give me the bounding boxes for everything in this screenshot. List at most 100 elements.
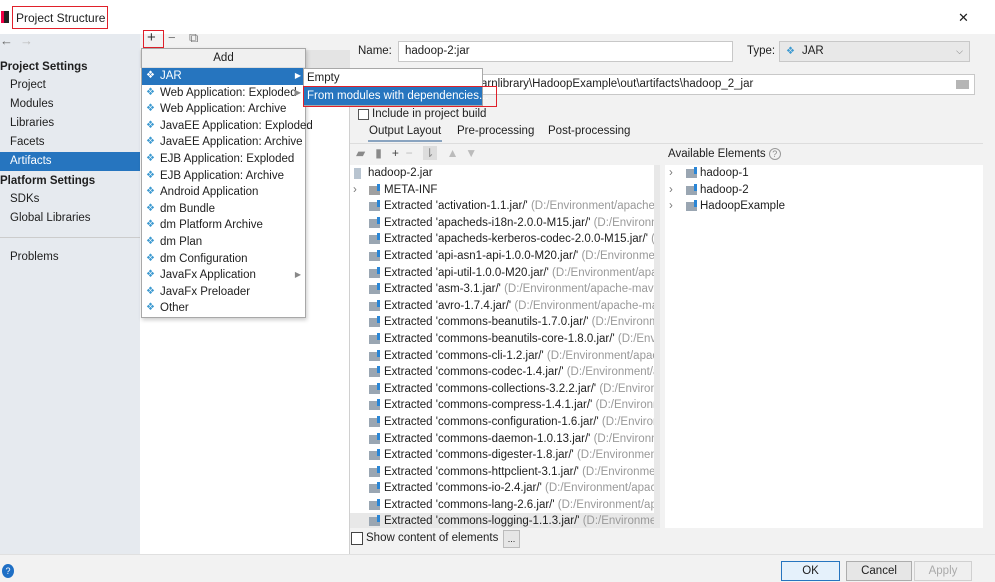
add-menu-item[interactable]: ❖ JavaFx Preloader	[142, 284, 305, 301]
add-menu-item[interactable]: ❖ Other	[142, 300, 305, 317]
add-menu-item[interactable]: ❖ dm Plan	[142, 234, 305, 251]
extracted-icon	[369, 200, 380, 212]
add-menu-item[interactable]: ❖ dm Platform Archive	[142, 217, 305, 234]
include-build-label: Include in project build	[372, 108, 487, 120]
sidebar-item-libraries[interactable]: Libraries	[0, 114, 140, 133]
add-menu-item-label: Web Application: Exploded	[160, 86, 297, 99]
copy-icon[interactable]: ⧉	[189, 30, 198, 46]
tree-root[interactable]: hadoop-2.jar	[350, 165, 654, 182]
add-menu-item-label: dm Plan	[160, 235, 203, 248]
cancel-button[interactable]: Cancel	[846, 561, 912, 581]
tree-row[interactable]: Extracted 'commons-beanutils-core-1.8.0.…	[350, 331, 654, 348]
tree-row-label: Extracted 'api-util-1.0.0-M20.jar/'	[384, 266, 549, 279]
tree-row[interactable]: Extracted 'apacheds-kerberos-codec-2.0.0…	[350, 231, 654, 248]
artifact-type-icon: ❖	[146, 219, 155, 231]
tree-row[interactable]: Extracted 'activation-1.1.jar/' (D:/Envi…	[350, 198, 654, 215]
tree-row[interactable]: Extracted 'avro-1.7.4.jar/' (D:/Environm…	[350, 298, 654, 315]
tree-row[interactable]: Extracted 'commons-cli-1.2.jar/' (D:/Env…	[350, 348, 654, 365]
sidebar-item-sdks[interactable]: SDKs	[0, 190, 140, 209]
extracted-icon	[369, 349, 380, 361]
tree-row[interactable]: Extracted 'api-util-1.0.0-M20.jar/' (D:/…	[350, 265, 654, 282]
sidebar-item-problems[interactable]: Problems	[0, 248, 140, 267]
tree-row[interactable]: Extracted 'commons-codec-1.4.jar/' (D:/E…	[350, 364, 654, 381]
apply-button[interactable]: Apply	[914, 561, 972, 581]
tree-row-label: Extracted 'activation-1.1.jar/'	[384, 200, 528, 213]
close-icon[interactable]: ✕	[958, 10, 969, 26]
available-element[interactable]: › HadoopExample	[665, 198, 983, 215]
tree-row[interactable]: Extracted 'commons-collections-3.2.2.jar…	[350, 381, 654, 398]
add-menu-item-label: JavaFx Application	[160, 269, 256, 282]
tree-row[interactable]: Extracted 'asm-3.1.jar/' (D:/Environment…	[350, 281, 654, 298]
tree-row[interactable]: Extracted 'commons-compress-1.4.1.jar/' …	[350, 397, 654, 414]
move-up-icon[interactable]: ▲	[447, 146, 459, 160]
tree-row-label: Extracted 'commons-daemon-1.0.13.jar/'	[384, 432, 591, 445]
more-button[interactable]: ...	[503, 530, 520, 548]
sort-icon[interactable]: ⇂	[422, 146, 437, 160]
type-select[interactable]: ❖ JAR ⌵	[779, 41, 970, 62]
name-input[interactable]: hadoop-2:jar	[398, 41, 733, 62]
tree-row[interactable]: Extracted 'commons-beanutils-1.7.0.jar/'…	[350, 314, 654, 331]
add-menu-item[interactable]: ❖ Android Application	[142, 184, 305, 201]
platform-settings-heading: Platform Settings	[0, 175, 96, 187]
move-down-icon[interactable]: ▼	[465, 146, 477, 160]
tab-pre-processing[interactable]: Pre-processing	[457, 122, 534, 142]
add-menu-item[interactable]: ❖ EJB Application: Archive	[142, 168, 305, 185]
tree-row[interactable]: Extracted 'commons-digester-1.8.jar/' (D…	[350, 447, 654, 464]
artifact-type-icon: ❖	[146, 285, 155, 297]
tree-row[interactable]: Extracted 'commons-configuration-1.6.jar…	[350, 414, 654, 431]
help-icon[interactable]: ?	[768, 148, 781, 160]
tree-row[interactable]: Extracted 'commons-logging-1.1.3.jar/' (…	[350, 513, 654, 528]
available-element[interactable]: › hadoop-1	[665, 165, 983, 182]
jar-icon: ❖	[786, 46, 795, 57]
tab-post-processing[interactable]: Post-processing	[548, 122, 630, 142]
available-element[interactable]: › hadoop-2	[665, 182, 983, 199]
sidebar-item-facets[interactable]: Facets	[0, 133, 140, 152]
sidebar-item-project[interactable]: Project	[0, 76, 140, 95]
available-element-label: HadoopExample	[700, 200, 786, 213]
add-menu-item[interactable]: ❖ dm Bundle	[142, 201, 305, 218]
back-icon[interactable]: ←	[0, 33, 13, 48]
add-menu-item[interactable]: ❖ JavaEE Application: Exploded	[142, 118, 313, 135]
tab-output-layout[interactable]: Output Layout	[368, 122, 443, 142]
include-build-checkbox[interactable]	[358, 109, 369, 120]
output-layout-tree: hadoop-2.jar › META-INF Extracted 'activa…	[350, 165, 660, 528]
tree-row-path: (D:/Environment/apache-maven-3.6	[552, 266, 658, 279]
add-menu-item[interactable]: ❖ dm Configuration	[142, 251, 305, 268]
extracted-icon	[369, 266, 380, 278]
tree-row[interactable]: Extracted 'commons-io-2.4.jar/' (D:/Envi…	[350, 480, 654, 497]
tree-row[interactable]: Extracted 'api-asn1-api-1.0.0-M20.jar/' …	[350, 248, 654, 265]
remove-icon[interactable]: −	[168, 30, 176, 45]
remove-element-icon[interactable]: −	[406, 146, 413, 160]
tree-row-path: (D:/Environment/apache-maven-3.6	[582, 515, 657, 528]
add-menu-item[interactable]: ❖ Web Application: Exploded ▶	[142, 85, 305, 102]
sidebar-item-global-libraries[interactable]: Global Libraries	[0, 209, 140, 228]
extracted-icon	[369, 432, 380, 444]
tree-meta-inf[interactable]: › META-INF	[350, 182, 654, 199]
help-icon[interactable]: ?	[2, 564, 14, 578]
submenu-item-empty[interactable]: Empty	[304, 69, 482, 87]
add-menu-item[interactable]: ❖ JAR ▶	[142, 68, 305, 85]
tree-row[interactable]: Extracted 'apacheds-i18n-2.0.0-M15.jar/'…	[350, 215, 654, 232]
add-menu-item-label: Other	[160, 302, 189, 315]
tree-row-label: Extracted 'commons-logging-1.1.3.jar/'	[384, 515, 580, 528]
add-element-icon[interactable]: +	[392, 146, 399, 160]
add-menu-item[interactable]: ❖ EJB Application: Exploded	[142, 151, 305, 168]
sidebar-item-artifacts[interactable]: Artifacts	[0, 152, 140, 171]
add-menu-item[interactable]: ❖ Web Application: Archive	[142, 101, 305, 118]
add-menu-item[interactable]: ❖ JavaEE Application: Archive	[142, 134, 305, 151]
extracted-icon	[369, 449, 380, 461]
forward-icon[interactable]: →	[20, 33, 33, 48]
tree-row-label: Extracted 'api-asn1-api-1.0.0-M20.jar/'	[384, 249, 579, 262]
ok-button[interactable]: OK	[781, 561, 840, 581]
tree-row[interactable]: Extracted 'commons-daemon-1.0.13.jar/' (…	[350, 431, 654, 448]
add-menu-item[interactable]: ❖ JavaFx Application ▶	[142, 267, 305, 284]
output-directory-value: arnlibrary\HadoopExample\out\artifacts\h…	[481, 78, 754, 90]
tree-root-label: hadoop-2.jar	[368, 167, 433, 179]
new-folder-icon[interactable]: ▰	[356, 146, 365, 160]
show-content-checkbox[interactable]	[351, 532, 363, 545]
tree-row[interactable]: Extracted 'commons-httpclient-3.1.jar/' …	[350, 464, 654, 481]
archive-icon[interactable]: ▮	[375, 146, 382, 160]
tree-row[interactable]: Extracted 'commons-lang-2.6.jar/' (D:/En…	[350, 497, 654, 514]
sidebar-item-modules[interactable]: Modules	[0, 95, 140, 114]
extracted-icon	[369, 332, 380, 344]
